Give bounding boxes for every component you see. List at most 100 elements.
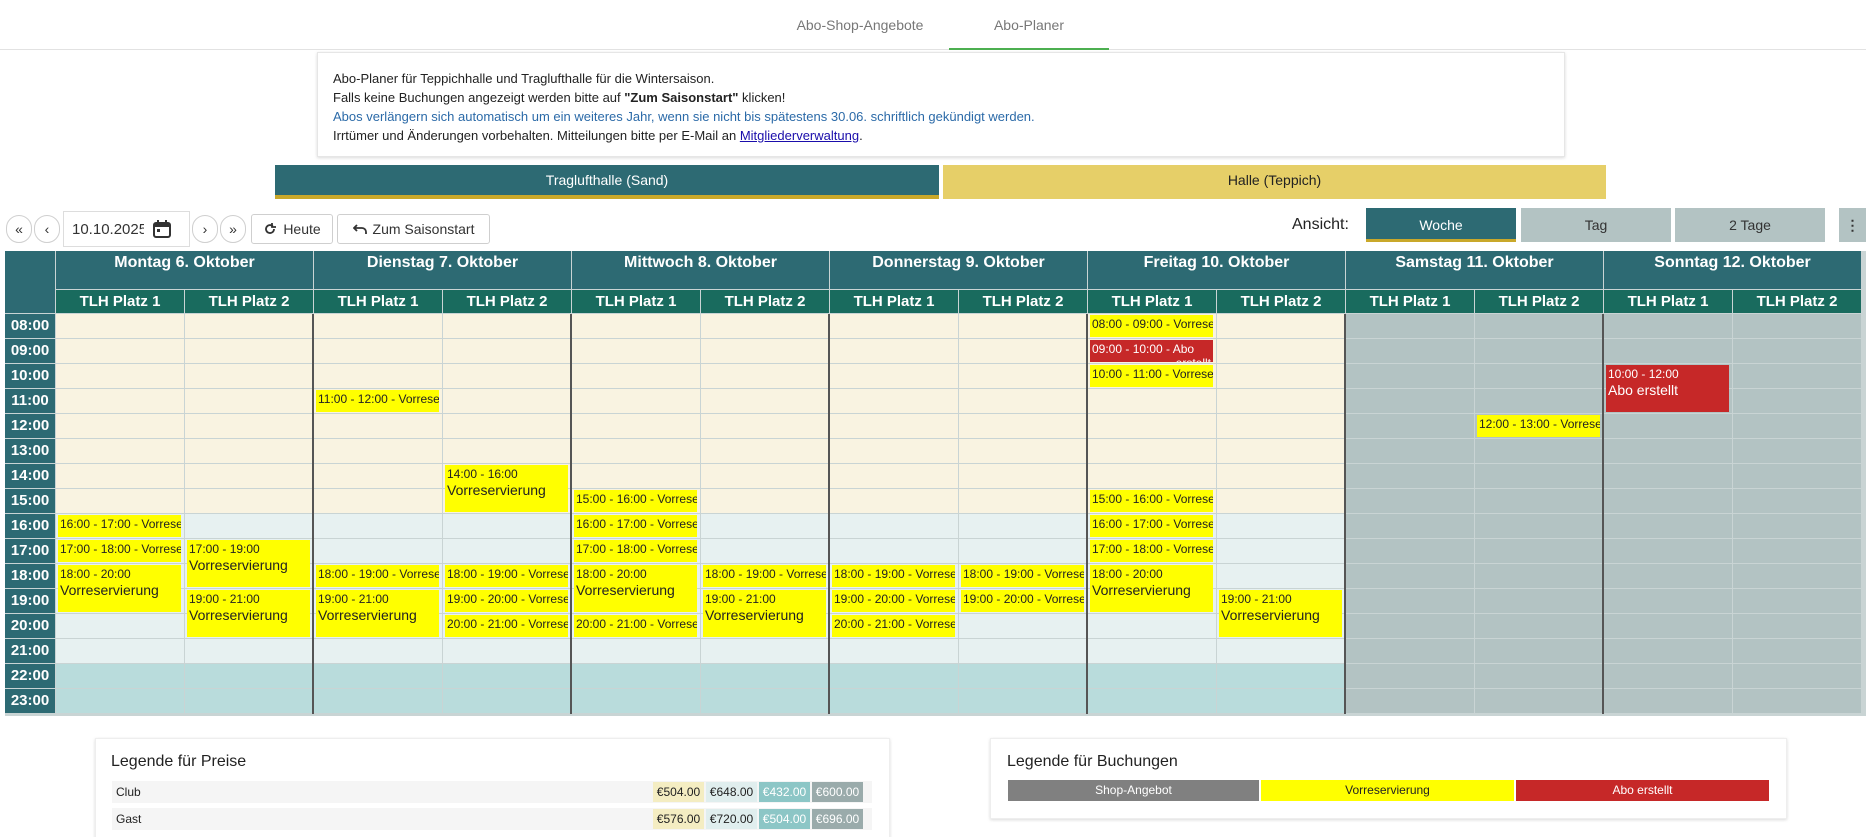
time-slot[interactable] <box>56 314 184 338</box>
time-slot[interactable] <box>314 689 442 713</box>
time-slot[interactable] <box>701 489 829 513</box>
time-slot[interactable] <box>1346 639 1474 663</box>
mitgliederverwaltung-link[interactable]: Mitgliederverwaltung <box>740 128 859 143</box>
abo-booking[interactable]: 09:00 - 10:00 - Aboerstellt <box>1090 340 1213 362</box>
time-slot[interactable] <box>830 539 958 563</box>
time-slot[interactable] <box>1088 614 1216 638</box>
hall-traglufthalle-button[interactable]: Traglufthalle (Sand) <box>275 165 939 199</box>
time-slot[interactable] <box>314 339 442 363</box>
time-slot[interactable] <box>56 664 184 688</box>
time-slot[interactable] <box>443 539 571 563</box>
time-slot[interactable] <box>830 639 958 663</box>
vorreservierung-booking[interactable]: 15:00 - 16:00 - Vorreservierung <box>1090 490 1213 512</box>
time-slot[interactable] <box>314 539 442 563</box>
time-slot[interactable] <box>185 689 313 713</box>
time-slot[interactable] <box>1604 414 1732 438</box>
time-slot[interactable] <box>1604 314 1732 338</box>
time-slot[interactable] <box>830 414 958 438</box>
time-slot[interactable] <box>1217 689 1345 713</box>
vorreservierung-booking[interactable]: 19:00 - 21:00 Vorreservierung <box>703 590 826 637</box>
time-slot[interactable] <box>1217 639 1345 663</box>
time-slot[interactable] <box>959 614 1087 638</box>
last-page-button[interactable]: » <box>220 215 246 243</box>
time-slot[interactable] <box>443 664 571 688</box>
time-slot[interactable] <box>443 689 571 713</box>
time-slot[interactable] <box>1475 339 1603 363</box>
time-slot[interactable] <box>1604 589 1732 613</box>
time-slot[interactable] <box>830 514 958 538</box>
time-slot[interactable] <box>572 314 700 338</box>
time-slot[interactable] <box>1733 464 1861 488</box>
time-slot[interactable] <box>959 314 1087 338</box>
time-slot[interactable] <box>1346 489 1474 513</box>
time-slot[interactable] <box>701 639 829 663</box>
time-slot[interactable] <box>830 389 958 413</box>
time-slot[interactable] <box>185 664 313 688</box>
time-slot[interactable] <box>1604 539 1732 563</box>
time-slot[interactable] <box>1346 514 1474 538</box>
time-slot[interactable] <box>443 364 571 388</box>
time-slot[interactable] <box>830 314 958 338</box>
vorreservierung-booking[interactable]: 18:00 - 19:00 - Vorreservierung <box>832 565 955 587</box>
time-slot[interactable] <box>1475 589 1603 613</box>
time-slot[interactable] <box>572 364 700 388</box>
time-slot[interactable] <box>1604 564 1732 588</box>
time-slot[interactable] <box>1733 564 1861 588</box>
time-slot[interactable] <box>1733 364 1861 388</box>
time-slot[interactable] <box>1346 314 1474 338</box>
vorreservierung-booking[interactable]: 18:00 - 19:00 - Vorreservierung <box>703 565 826 587</box>
time-slot[interactable] <box>959 514 1087 538</box>
time-slot[interactable] <box>1088 439 1216 463</box>
time-slot[interactable] <box>1346 339 1474 363</box>
prev-button[interactable]: ‹ <box>34 215 60 243</box>
time-slot[interactable] <box>572 339 700 363</box>
time-slot[interactable] <box>572 639 700 663</box>
time-slot[interactable] <box>1475 314 1603 338</box>
time-slot[interactable] <box>701 664 829 688</box>
time-slot[interactable] <box>1346 614 1474 638</box>
vorreservierung-booking[interactable]: 18:00 - 19:00 - Vorreservierung <box>961 565 1084 587</box>
time-slot[interactable] <box>185 339 313 363</box>
vorreservierung-booking[interactable]: 20:00 - 21:00 - Vorreservierung <box>832 615 955 637</box>
time-slot[interactable] <box>830 489 958 513</box>
time-slot[interactable] <box>1088 464 1216 488</box>
time-slot[interactable] <box>1475 689 1603 713</box>
time-slot[interactable] <box>1604 614 1732 638</box>
time-slot[interactable] <box>56 414 184 438</box>
time-slot[interactable] <box>443 639 571 663</box>
time-slot[interactable] <box>56 689 184 713</box>
time-slot[interactable] <box>1604 689 1732 713</box>
time-slot[interactable] <box>701 414 829 438</box>
calendar-icon[interactable] <box>152 219 172 239</box>
time-slot[interactable] <box>1088 639 1216 663</box>
time-slot[interactable] <box>443 339 571 363</box>
time-slot[interactable] <box>572 414 700 438</box>
first-page-button[interactable]: « <box>6 215 32 243</box>
time-slot[interactable] <box>1733 639 1861 663</box>
time-slot[interactable] <box>1088 689 1216 713</box>
time-slot[interactable] <box>1475 564 1603 588</box>
time-slot[interactable] <box>1475 639 1603 663</box>
vorreservierung-booking[interactable]: 17:00 - 18:00 - Vorreservierung <box>1090 540 1213 562</box>
vorreservierung-booking[interactable]: 12:00 - 13:00 - Vorreservierung <box>1477 415 1600 437</box>
time-slot[interactable] <box>1475 614 1603 638</box>
time-slot[interactable] <box>1475 539 1603 563</box>
time-slot[interactable] <box>830 339 958 363</box>
time-slot[interactable] <box>56 464 184 488</box>
time-slot[interactable] <box>443 514 571 538</box>
time-slot[interactable] <box>185 389 313 413</box>
view-day-button[interactable]: Tag <box>1521 208 1671 242</box>
time-slot[interactable] <box>572 664 700 688</box>
time-slot[interactable] <box>1733 589 1861 613</box>
time-slot[interactable] <box>443 314 571 338</box>
view-week-button[interactable]: Woche <box>1366 208 1516 242</box>
time-slot[interactable] <box>314 464 442 488</box>
time-slot[interactable] <box>1604 664 1732 688</box>
time-slot[interactable] <box>1346 414 1474 438</box>
time-slot[interactable] <box>1217 664 1345 688</box>
time-slot[interactable] <box>1475 389 1603 413</box>
vorreservierung-booking[interactable]: 19:00 - 21:00 Vorreservierung <box>187 590 310 637</box>
time-slot[interactable] <box>1217 539 1345 563</box>
vorreservierung-booking[interactable]: 18:00 - 20:00 Vorreservierung <box>58 565 181 612</box>
vorreservierung-booking[interactable]: 17:00 - 19:00 Vorreservierung <box>187 540 310 587</box>
